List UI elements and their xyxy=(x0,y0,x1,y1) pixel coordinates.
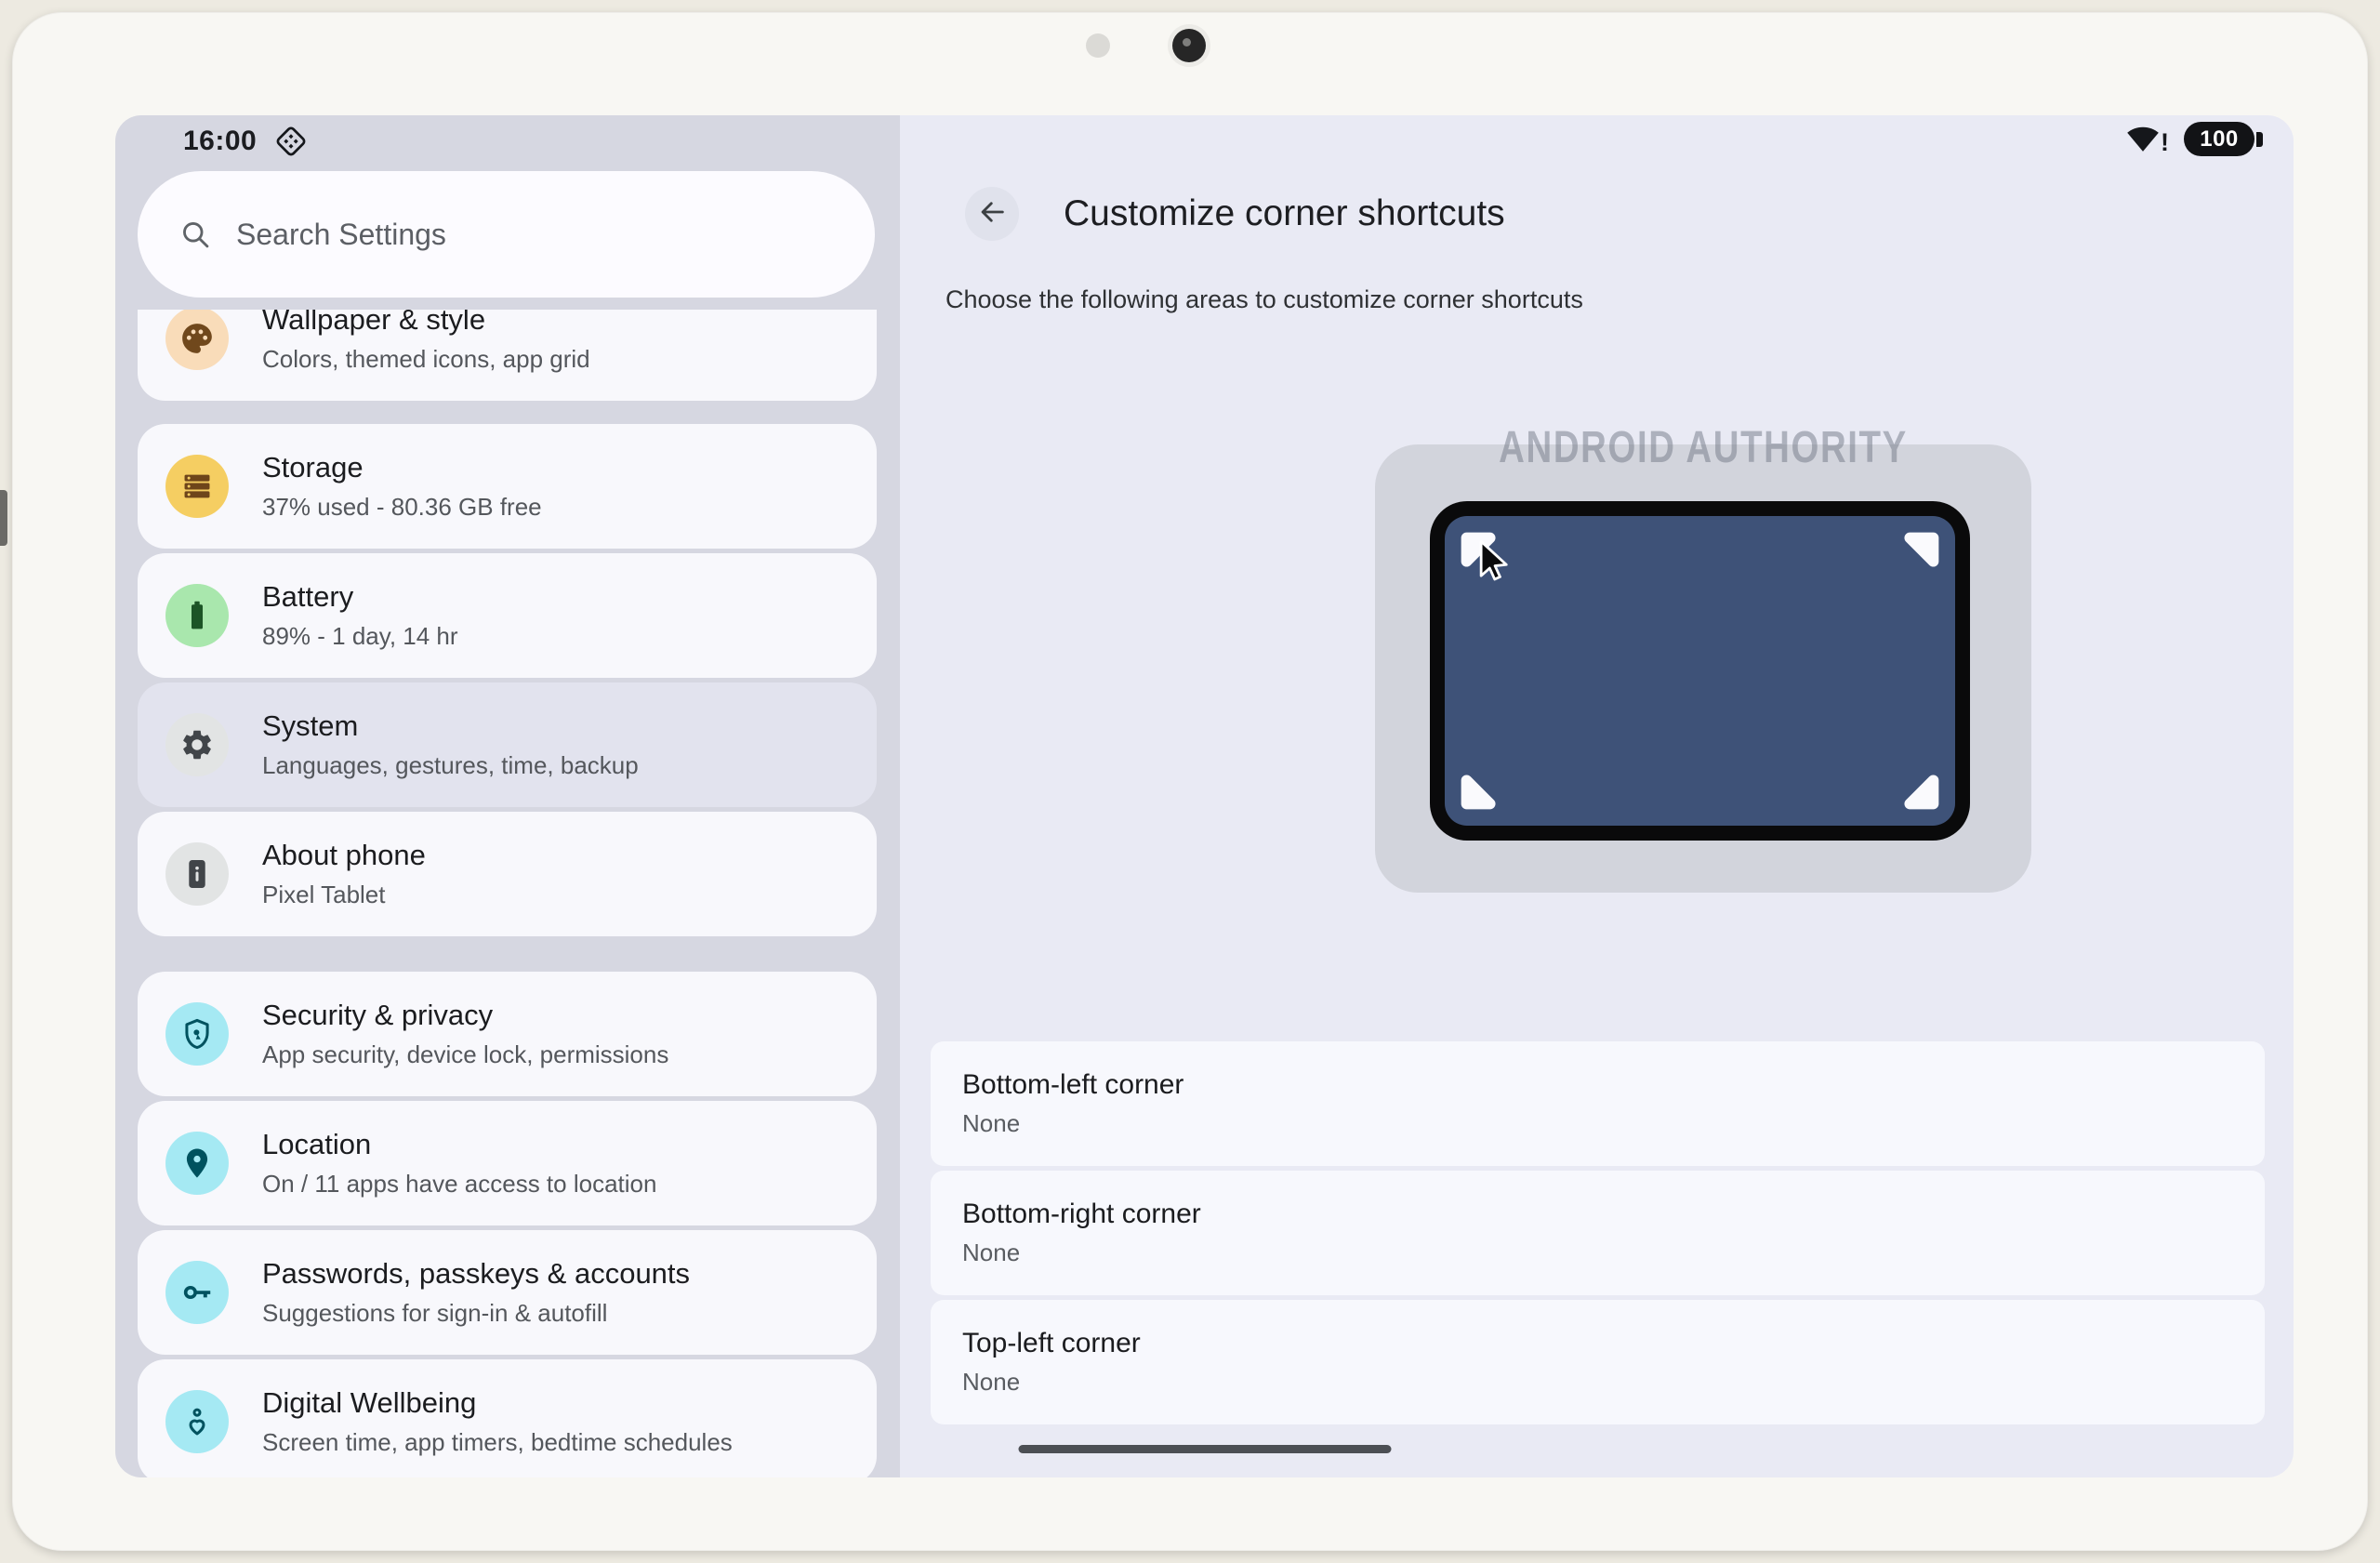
setting-subtitle: Colors, themed icons, app grid xyxy=(262,344,590,373)
gesture-navigation-handle[interactable] xyxy=(1018,1445,1391,1453)
search-icon xyxy=(178,218,212,251)
back-arrow-icon xyxy=(976,196,1008,232)
setting-subtitle: App security, device lock, permissions xyxy=(262,1040,669,1068)
option-value: None xyxy=(962,1368,1021,1396)
screenshot-root: 16:00 Search Settings Wallpaper & style … xyxy=(0,0,2380,1563)
wifi-alert-icon: ! xyxy=(2126,123,2169,156)
option-bottom-right-corner[interactable]: Bottom-right corner None xyxy=(931,1171,2265,1295)
option-label: Bottom-right corner xyxy=(962,1199,1201,1229)
option-value: None xyxy=(962,1109,1021,1137)
status-bar-left: 16:00 xyxy=(183,124,309,159)
setting-subtitle: 89% - 1 day, 14 hr xyxy=(262,622,458,650)
option-top-left-corner[interactable]: Top-left corner None xyxy=(931,1300,2265,1424)
option-label: Bottom-left corner xyxy=(962,1069,1184,1100)
setting-subtitle: Pixel Tablet xyxy=(262,881,386,908)
storage-icon xyxy=(165,455,229,518)
setting-subtitle: Suggestions for sign-in & autofill xyxy=(262,1299,608,1327)
sidebar-item-digital-wellbeing[interactable]: Digital Wellbeing Screen time, app timer… xyxy=(138,1359,877,1477)
side-button xyxy=(0,490,7,546)
palette-icon xyxy=(165,310,229,370)
corner-shortcuts-illustration xyxy=(1375,444,2031,893)
setting-subtitle: On / 11 apps have access to location xyxy=(262,1170,657,1198)
gear-icon xyxy=(165,713,229,776)
wellbeing-icon xyxy=(165,1390,229,1453)
sidebar-item-location[interactable]: Location On / 11 apps have access to loc… xyxy=(138,1101,877,1225)
setting-title: Digital Wellbeing xyxy=(262,1386,477,1419)
battery-percent: 100 xyxy=(2184,122,2254,156)
settings-sidebar: 16:00 Search Settings Wallpaper & style … xyxy=(115,115,900,1477)
mini-tablet-screen xyxy=(1445,516,1955,826)
sidebar-item-about-phone[interactable]: About phone Pixel Tablet xyxy=(138,812,877,936)
corner-options-list: Bottom-left corner None Bottom-right cor… xyxy=(931,1041,2265,1429)
setting-title: About phone xyxy=(262,839,426,871)
setting-subtitle: Languages, gestures, time, backup xyxy=(262,751,639,779)
sidebar-item-passwords-accounts[interactable]: Passwords, passkeys & accounts Suggestio… xyxy=(138,1230,877,1355)
status-bar-right: ! 100 xyxy=(2126,122,2263,156)
sidebar-item-battery[interactable]: Battery 89% - 1 day, 14 hr xyxy=(138,553,877,678)
watermark-text: ANDROID AUTHORITY xyxy=(1499,423,1908,472)
setting-subtitle: 37% used - 80.36 GB free xyxy=(262,493,542,521)
search-input[interactable]: Search Settings xyxy=(138,171,875,298)
setting-title: System xyxy=(262,709,359,742)
mouse-cursor-icon xyxy=(1479,539,1508,581)
back-button[interactable] xyxy=(965,187,1019,241)
option-value: None xyxy=(962,1238,1021,1266)
key-icon xyxy=(165,1261,229,1324)
corner-triangle-top-right-icon xyxy=(1904,532,1939,567)
setting-title: Wallpaper & style xyxy=(262,310,486,336)
corner-triangle-bottom-left-icon xyxy=(1461,775,1496,810)
tablet-screen: 16:00 Search Settings Wallpaper & style … xyxy=(115,115,2294,1477)
page-description: Choose the following areas to customize … xyxy=(945,285,1583,313)
setting-title: Passwords, passkeys & accounts xyxy=(262,1257,691,1290)
setting-title: Battery xyxy=(262,580,354,613)
settings-list: Wallpaper & style Colors, themed icons, … xyxy=(138,310,877,1477)
page-title: Customize corner shortcuts xyxy=(1064,193,1505,233)
clock: 16:00 xyxy=(183,126,258,156)
battery-status-icon: 100 xyxy=(2184,122,2263,156)
sidebar-item-wallpaper-style[interactable]: Wallpaper & style Colors, themed icons, … xyxy=(138,310,877,401)
notification-diamond-icon xyxy=(273,124,309,159)
setting-subtitle: Screen time, app timers, bedtime schedul… xyxy=(262,1428,733,1456)
setting-title: Security & privacy xyxy=(262,999,494,1031)
mini-tablet-graphic xyxy=(1430,501,1970,841)
setting-title: Location xyxy=(262,1128,372,1160)
shield-icon xyxy=(165,1002,229,1066)
detail-panel: ! 100 Customize corner shortcuts Choose … xyxy=(900,115,2294,1477)
location-pin-icon xyxy=(165,1132,229,1195)
battery-icon xyxy=(165,584,229,647)
option-bottom-left-corner[interactable]: Bottom-left corner None xyxy=(931,1041,2265,1166)
sidebar-item-security-privacy[interactable]: Security & privacy App security, device … xyxy=(138,972,877,1096)
option-label: Top-left corner xyxy=(962,1328,1141,1358)
phone-info-icon xyxy=(165,842,229,906)
search-placeholder: Search Settings xyxy=(236,217,446,251)
setting-title: Storage xyxy=(262,451,364,483)
sidebar-item-storage[interactable]: Storage 37% used - 80.36 GB free xyxy=(138,424,877,549)
sidebar-item-system[interactable]: System Languages, gestures, time, backup xyxy=(138,682,877,807)
corner-triangle-bottom-right-icon xyxy=(1904,775,1939,810)
